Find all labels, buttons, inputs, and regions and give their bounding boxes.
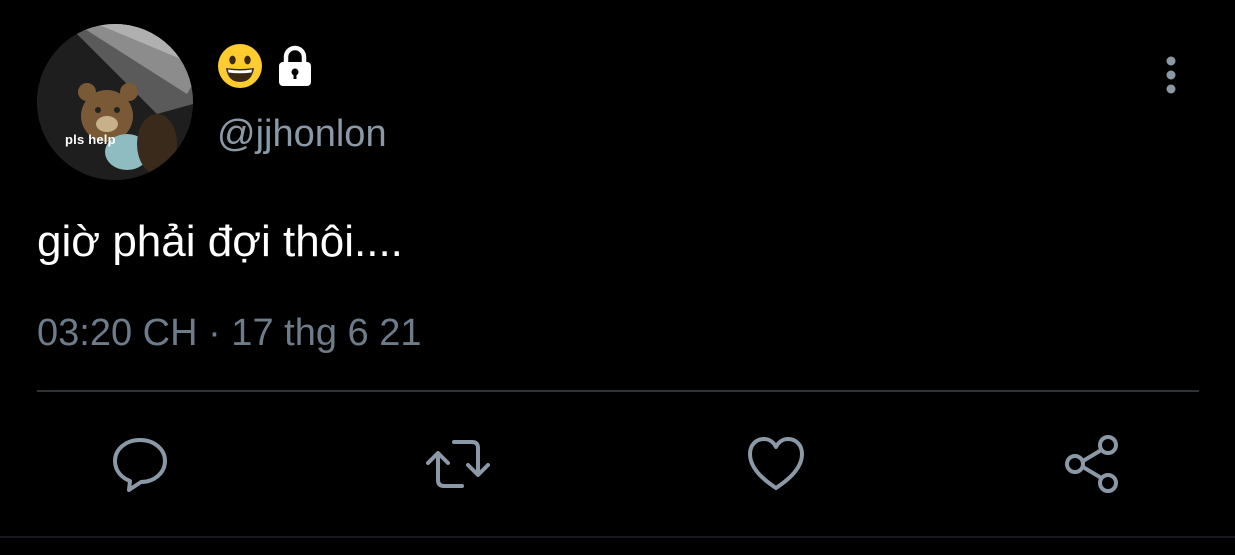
retweet-icon[interactable] — [426, 432, 490, 496]
avatar-caption: pls help — [65, 132, 116, 147]
user-handle[interactable]: @jjhonlon — [217, 112, 387, 156]
avatar-photo — [37, 24, 193, 180]
more-options-icon[interactable] — [1155, 54, 1187, 96]
lock-icon — [279, 45, 311, 86]
grinning-face-emoji-icon — [218, 44, 262, 88]
reply-icon[interactable] — [108, 432, 172, 496]
tweet-text: giờ phải đợi thôi.... — [37, 217, 403, 266]
divider — [37, 390, 1199, 392]
share-icon[interactable] — [1062, 432, 1126, 496]
tweet-detail: pls help @jjhonlon giờ phải đợi thôi....… — [0, 0, 1235, 555]
avatar[interactable]: pls help — [37, 24, 193, 180]
like-icon[interactable] — [744, 432, 808, 496]
tweet-timestamp[interactable]: 03:20 CH · 17 thg 6 21 — [37, 308, 421, 358]
display-name[interactable] — [217, 44, 317, 88]
bottom-divider — [0, 536, 1235, 538]
